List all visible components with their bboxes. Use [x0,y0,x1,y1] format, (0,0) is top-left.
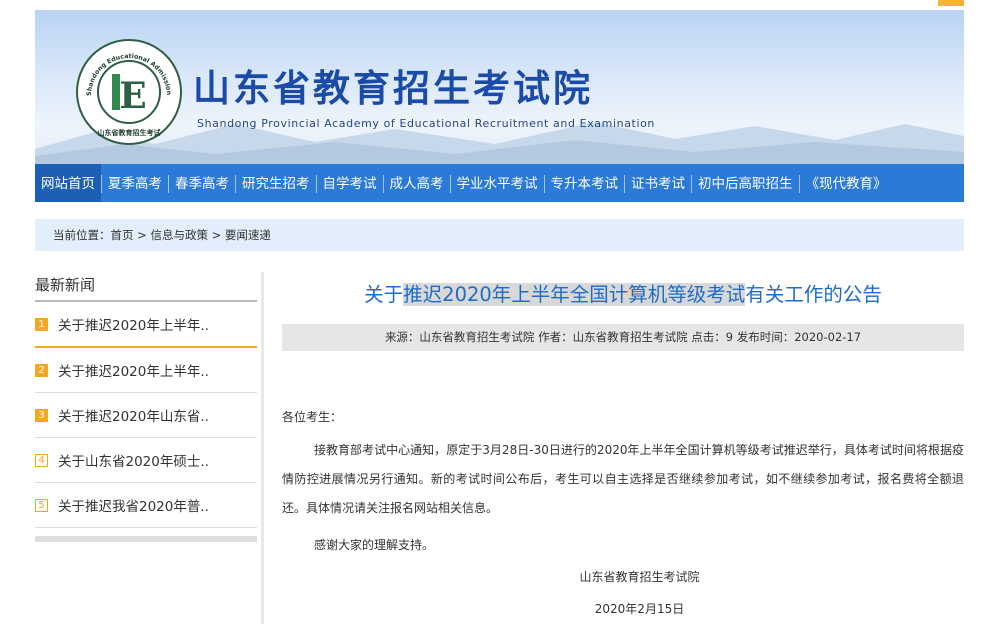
nav-item-graduate-exam[interactable]: 研究生招考 [236,164,316,202]
nav-item-upgrade-exam[interactable]: 专升本考试 [545,164,625,202]
academy-logo: Shandong Educational Admission & Examina… [75,38,182,145]
news-item[interactable]: 5 关于推迟我省2020年普.. [35,483,257,528]
news-link[interactable]: 关于推迟2020年山东省.. [58,405,209,425]
nav-item-proficiency-exam[interactable]: 学业水平考试 [451,164,544,202]
logo-bottom-text: 山东省教育招生考试 [98,128,161,137]
sidebar-bottom-bar [35,536,257,542]
news-number-badge: 3 [35,408,48,422]
article-paragraph: 接教育部考试中心通知，原定于3月28日-30日进行的2020年上半年全国计算机等… [282,443,964,515]
top-corner-button[interactable] [938,0,964,6]
news-number-badge: 5 [35,498,48,512]
news-item[interactable]: 4 关于山东省2020年硕士.. [35,438,257,483]
article-greeting: 各位考生： [282,410,343,424]
news-link[interactable]: 关于推迟我省2020年普.. [58,495,209,515]
news-number-badge: 4 [35,453,48,467]
nav-item-summer-gaokao[interactable]: 夏季高考 [102,164,168,202]
nav-item-home[interactable]: 网站首页 [35,164,101,202]
title-prefix: 关于 [364,283,404,306]
logo-letter: E [119,75,146,117]
news-item[interactable]: 3 关于推迟2020年山东省.. [35,393,257,438]
title-highlight: 推迟2020年上半年全国计算机等级考试 [403,283,746,306]
news-item[interactable]: 2 关于推迟2020年上半年.. [35,348,257,393]
top-strip [0,0,1000,10]
site-subtitle: Shandong Provincial Academy of Education… [197,117,656,130]
news-link[interactable]: 关于推迟2020年上半年.. [58,360,209,380]
nav-item-modern-education[interactable]: 《现代教育》 [800,164,893,202]
article-title: 关于推迟2020年上半年全国计算机等级考试有关工作的公告 [282,278,964,307]
main-nav: 网站首页 夏季高考 春季高考 研究生招考 自学考试 成人高考 学业水平考试 专升… [35,164,964,202]
nav-item-adult-gaokao[interactable]: 成人高考 [384,164,450,202]
sidebar-latest-news: 最新新闻 1 关于推迟2020年上半年.. 2 关于推迟2020年上半年.. 3… [35,270,257,542]
title-suffix: 有关工作的公告 [745,283,882,306]
article-meta: 来源：山东省教育招生考试院 作者：山东省教育招生考试院 点击：9 发布时间：20… [282,324,964,351]
nav-item-certificate-exam[interactable]: 证书考试 [625,164,691,202]
nav-item-vocational-admission[interactable]: 初中后高职招生 [692,164,799,202]
news-link[interactable]: 关于山东省2020年硕士.. [58,450,209,470]
nav-item-self-study-exam[interactable]: 自学考试 [317,164,383,202]
site-title: 山东省教育招生考试院 [193,67,593,110]
article-date: 2020年2月15日 [594,602,685,616]
breadcrumb: 当前位置：首页 > 信息与政策 > 要闻速递 [35,219,964,251]
news-number-badge: 2 [35,363,48,377]
article-signature: 山东省教育招生考试院 [579,570,700,584]
nav-item-spring-gaokao[interactable]: 春季高考 [169,164,235,202]
news-number-badge: 1 [35,317,48,331]
site-banner: Shandong Educational Admission & Examina… [35,10,964,164]
column-divider [261,272,264,624]
sidebar-title: 最新新闻 [35,270,257,302]
news-link[interactable]: 关于推迟2020年上半年.. [58,314,209,334]
news-item[interactable]: 1 关于推迟2020年上半年.. [35,302,257,348]
article-thanks: 感谢大家的理解支持。 [314,538,435,552]
